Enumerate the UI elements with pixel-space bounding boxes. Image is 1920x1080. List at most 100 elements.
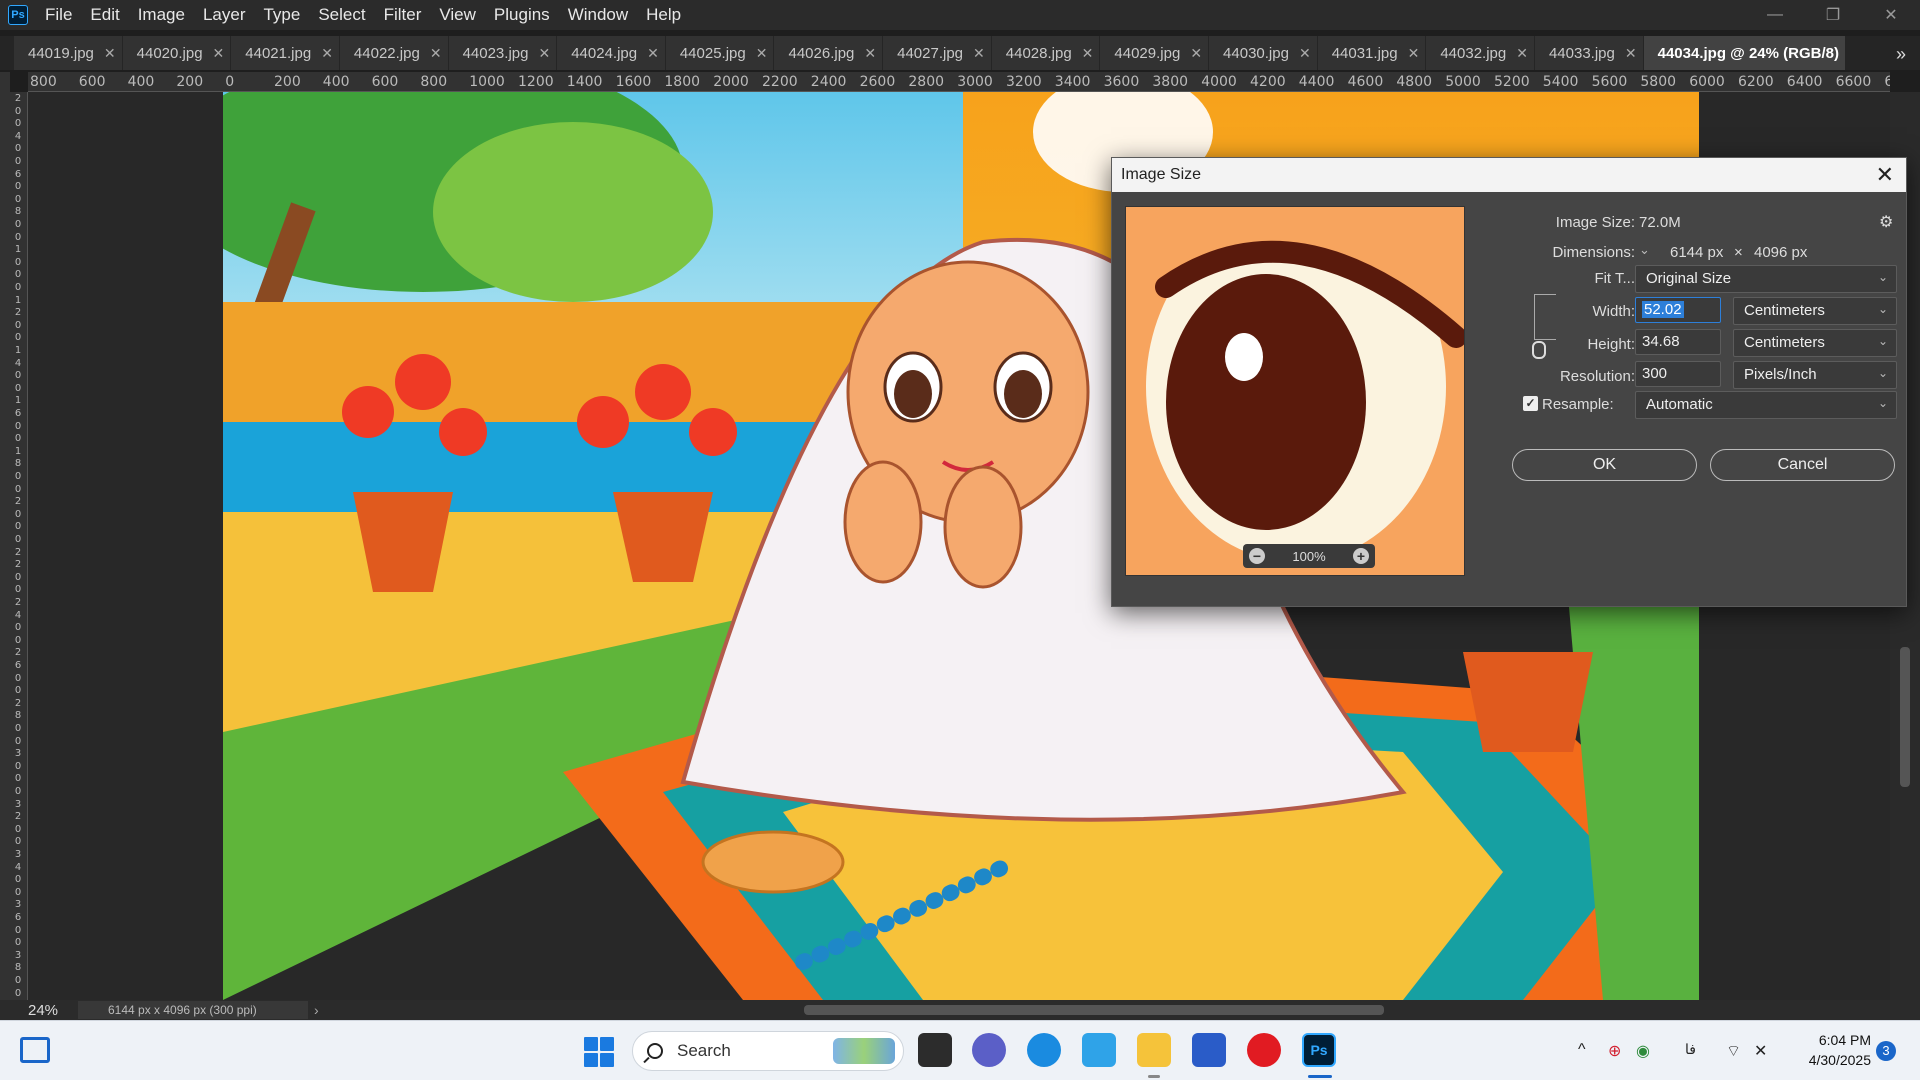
menu-layer[interactable]: Layer (194, 0, 255, 30)
widgets-icon[interactable] (20, 1037, 50, 1063)
menu-plugins[interactable]: Plugins (485, 0, 559, 30)
tab-close-icon[interactable]: ✕ (647, 45, 659, 62)
settings-gear-icon[interactable]: ⚙ (1879, 212, 1893, 232)
clock-time[interactable]: 6:04 PM (1793, 1032, 1871, 1048)
document-tab[interactable]: 44019.jpg ✕ (14, 36, 122, 70)
document-tab[interactable]: 44029.jpg ✕ (1100, 36, 1209, 70)
tab-close-icon[interactable]: ✕ (1190, 45, 1202, 62)
document-tab[interactable]: 44030.jpg ✕ (1209, 36, 1317, 70)
document-tab[interactable]: 44023.jpg ✕ (448, 36, 557, 70)
height-unit-dropdown[interactable]: Centimeters ⌄ (1733, 329, 1897, 357)
dimensions-chevron-icon[interactable]: ⌄ (1639, 242, 1650, 258)
opera-icon[interactable] (1247, 1033, 1281, 1067)
clock-date[interactable]: 4/30/2025 (1783, 1052, 1871, 1068)
microsoft-store-icon[interactable] (1192, 1033, 1226, 1067)
menu-file[interactable]: File (36, 0, 81, 30)
tab-close-icon[interactable]: ✕ (1516, 45, 1528, 62)
snipping-tool-icon[interactable] (1082, 1033, 1116, 1067)
vpn-icon[interactable]: ⊕ (1608, 1041, 1621, 1061)
zoom-level[interactable]: 24% (0, 1002, 78, 1019)
tab-overflow-icon[interactable]: » (1896, 44, 1906, 65)
document-tab[interactable]: 44020.jpg ✕ (122, 36, 231, 70)
tab-close-icon[interactable]: ✕ (430, 45, 442, 62)
tab-label: 44030.jpg (1223, 44, 1289, 62)
zoom-out-icon[interactable]: − (1249, 548, 1265, 564)
edge-icon[interactable] (1027, 1033, 1061, 1067)
minimize-button[interactable]: — (1746, 0, 1804, 30)
photoshop-taskbar-icon[interactable]: Ps (1302, 1033, 1336, 1067)
tab-close-icon[interactable]: ✕ (213, 45, 225, 62)
document-tab[interactable]: 44031.jpg ✕ (1317, 36, 1426, 70)
document-tab[interactable]: 44024.jpg ✕ (557, 36, 665, 70)
horizontal-scrollbar[interactable] (318, 1004, 1878, 1016)
globe-icon[interactable]: ◉ (1636, 1041, 1650, 1061)
document-tab[interactable]: 44022.jpg ✕ (339, 36, 448, 70)
vertical-scroll-thumb[interactable] (1900, 647, 1910, 787)
ruler-tick-label: 6 (14, 660, 22, 671)
file-explorer-icon[interactable] (1137, 1033, 1171, 1067)
tab-label: 44024.jpg (571, 44, 638, 62)
tab-close-icon[interactable]: ✕ (864, 45, 876, 62)
ruler-tick-label: 0 (14, 924, 22, 936)
document-tab[interactable]: 44021.jpg ✕ (231, 36, 339, 70)
resolution-input[interactable]: 300 (1635, 361, 1721, 387)
menu-filter[interactable]: Filter (375, 0, 431, 30)
resample-checkbox[interactable]: ✓ (1523, 396, 1538, 411)
ruler-tick-label: 0 (14, 874, 22, 886)
document-tab[interactable]: 44028.jpg ✕ (991, 36, 1100, 70)
tab-close-icon[interactable]: ✕ (973, 45, 985, 62)
restore-button[interactable]: ❐ (1804, 0, 1862, 30)
notification-badge[interactable]: 3 (1876, 1041, 1896, 1061)
tab-close-icon[interactable]: ✕ (321, 45, 333, 62)
task-view-icon[interactable] (918, 1033, 952, 1067)
constrain-proportions-link-icon[interactable] (1532, 341, 1546, 359)
width-input[interactable]: 52.02 (1635, 297, 1721, 323)
menu-view[interactable]: View (430, 0, 485, 30)
zoom-in-icon[interactable]: + (1353, 548, 1369, 564)
ruler-tick-label: 0 (14, 269, 22, 281)
document-tab[interactable]: 44026.jpg ✕ (774, 36, 883, 70)
ruler-tick-label: 0 (14, 622, 22, 634)
menu-type[interactable]: Type (254, 0, 309, 30)
menu-window[interactable]: Window (559, 0, 637, 30)
ruler-tick-label: 3400 (1054, 74, 1091, 90)
menu-edit[interactable]: Edit (81, 0, 128, 30)
document-tab[interactable]: 44034.jpg @ 24% (RGB/8) (1643, 36, 1845, 70)
ruler-tick-label: 1 (14, 294, 22, 306)
tab-close-icon[interactable]: ✕ (756, 45, 768, 62)
document-tab[interactable]: 44025.jpg ✕ (665, 36, 774, 70)
document-tab[interactable]: 44032.jpg ✕ (1426, 36, 1534, 70)
resolution-unit-dropdown[interactable]: Pixels/Inch ⌄ (1733, 361, 1897, 389)
dialog-close-icon[interactable]: ✕ (1876, 164, 1894, 186)
taskbar-search[interactable]: Search (632, 1031, 904, 1071)
wifi-icon[interactable]: ⌔ (1726, 1041, 1741, 1061)
menu-help[interactable]: Help (637, 0, 690, 30)
tab-close-icon[interactable]: ✕ (1299, 45, 1311, 62)
preview-pane[interactable]: − 100% + (1125, 206, 1465, 576)
tab-close-icon[interactable]: ✕ (1625, 45, 1637, 62)
tab-close-icon[interactable]: ✕ (1082, 45, 1094, 62)
close-window-button[interactable]: ✕ (1862, 0, 1920, 30)
ruler-tick-label: 0 (14, 118, 22, 130)
tab-close-icon[interactable]: ✕ (538, 45, 550, 62)
teams-chat-icon[interactable] (972, 1033, 1006, 1067)
ok-button[interactable]: OK (1512, 449, 1697, 481)
dialog-titlebar[interactable]: Image Size ✕ (1112, 158, 1906, 192)
chevron-up-icon[interactable]: ^ (1578, 1041, 1586, 1059)
resample-dropdown[interactable]: Automatic ⌄ (1635, 391, 1897, 419)
document-tab[interactable]: 44033.jpg ✕ (1534, 36, 1643, 70)
language-indicator[interactable]: فا (1685, 1041, 1696, 1058)
fit-to-dropdown[interactable]: Original Size ⌄ (1635, 265, 1897, 293)
menu-select[interactable]: Select (309, 0, 374, 30)
document-tab[interactable]: 44027.jpg ✕ (883, 36, 991, 70)
speaker-muted-icon[interactable]: ✕ (1754, 1041, 1767, 1061)
tab-close-icon[interactable]: ✕ (1408, 45, 1420, 62)
ruler-tick-label: 200 (274, 74, 301, 90)
menu-image[interactable]: Image (129, 0, 194, 30)
start-button[interactable] (584, 1037, 614, 1067)
height-input[interactable]: 34.68 (1635, 329, 1721, 355)
cancel-button[interactable]: Cancel (1710, 449, 1895, 481)
width-unit-dropdown[interactable]: Centimeters ⌄ (1733, 297, 1897, 325)
horizontal-scroll-thumb[interactable] (804, 1005, 1384, 1015)
tab-close-icon[interactable]: ✕ (104, 45, 116, 62)
